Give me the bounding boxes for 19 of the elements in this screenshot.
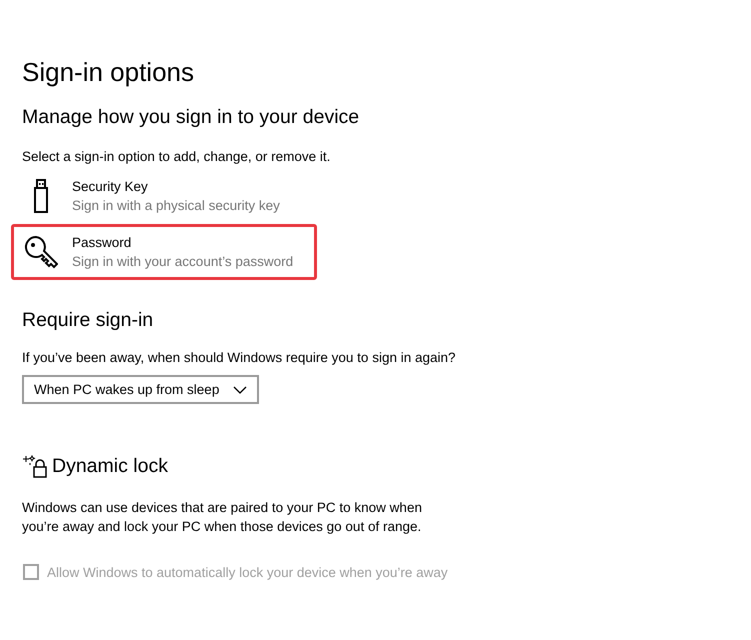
option-description: Sign in with a physical security key: [72, 197, 280, 215]
dynamic-lock-icon: [22, 454, 48, 478]
usb-key-icon: [32, 179, 50, 213]
question-text: If you’ve been away, when should Windows require you to sign in again?: [22, 349, 457, 367]
option-title: Security Key: [72, 178, 149, 196]
page-title: Sign-in options: [22, 56, 195, 89]
instruction-text: Select a sign-in option to add, change, or remove it.: [22, 148, 332, 166]
option-title: Password: [72, 234, 132, 252]
description-text: Windows can use devices that are paired to your PC to know when you’re away and lock your PC when those devices go out of range.: [22, 499, 423, 536]
sign-in-option[interactable]: Password Sign in with your account’s password: [11, 224, 317, 280]
section-heading: Require sign-in: [22, 308, 154, 333]
sign-in-option[interactable]: Security Key Sign in with a physical security key: [11, 168, 317, 224]
option-description: Sign in with your account’s password: [72, 253, 294, 271]
checkbox-label: Allow Windows to automatically lock your device when you’re away: [47, 564, 448, 580]
section-heading: Manage how you sign in to your device: [22, 105, 360, 130]
section-heading: Dynamic lock: [52, 454, 168, 479]
chevron-down-icon: [233, 386, 248, 394]
key-icon: [24, 235, 58, 269]
sign-in-dropdown[interactable]: When PC wakes up from sleep: [22, 375, 260, 404]
